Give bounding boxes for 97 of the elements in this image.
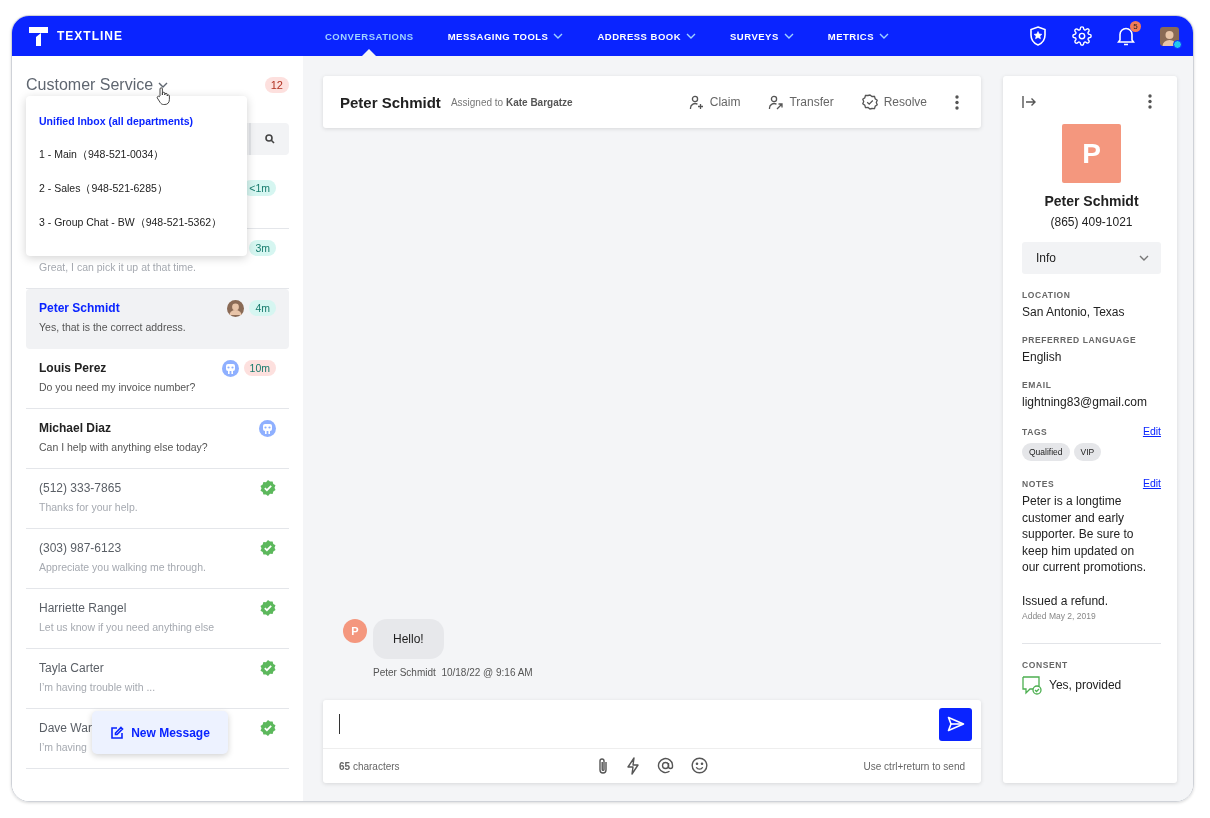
logo-icon bbox=[29, 26, 48, 46]
field-value: San Antonio, Texas bbox=[1022, 305, 1126, 319]
at-sign-icon[interactable] bbox=[656, 757, 674, 774]
edit-link[interactable]: Edit bbox=[1142, 477, 1161, 489]
message-preview: Let us know if you need anything else bbox=[39, 621, 216, 633]
message-meta: Peter Schmidt 10/18/22 @ 9:16 AM bbox=[373, 667, 534, 678]
action-button[interactable]: Claim bbox=[688, 94, 741, 110]
send-hint: Use ctrl+return to send bbox=[862, 760, 965, 772]
contact-name: Tayla Carter bbox=[39, 661, 104, 675]
field-label: EMAIL bbox=[1022, 380, 1052, 390]
notification-count: 5 bbox=[1130, 21, 1141, 32]
conversation-item[interactable]: (512) 333-7865 Thanks for your help. bbox=[26, 469, 289, 529]
field-label: NOTES bbox=[1022, 479, 1055, 489]
nav-tab[interactable]: ADDRESS BOOK bbox=[597, 16, 697, 56]
contact-name: Peter Schmidt bbox=[340, 93, 441, 111]
check-badge-icon bbox=[861, 94, 878, 110]
field-label: PREFERRED LANGUAGE bbox=[1022, 335, 1137, 345]
menu-item[interactable]: 1 - Main（948-521-0034） bbox=[26, 142, 247, 168]
tag-chip: VIP bbox=[1073, 443, 1102, 461]
more-icon[interactable] bbox=[955, 94, 959, 110]
note-text: Peter is a longtime customer and early supporter. Be sure to keep him updated on our current promotions. bbox=[1022, 493, 1148, 576]
brand-name: TEXTLINE bbox=[57, 29, 123, 43]
robot-icon bbox=[221, 359, 239, 377]
contact-name: (512) 333-7865 bbox=[39, 481, 122, 495]
verified-check-icon bbox=[260, 600, 276, 616]
field-value: English bbox=[1022, 350, 1063, 364]
avatar bbox=[227, 299, 245, 317]
conversation-item[interactable]: (303) 987-6123 Appreciate you walking me through. bbox=[26, 529, 289, 589]
contact-name: Harriette Rangel bbox=[39, 601, 127, 615]
action-button[interactable]: Transfer bbox=[768, 94, 834, 110]
person-arrow-icon bbox=[768, 94, 784, 110]
shield-star-icon[interactable] bbox=[1029, 26, 1047, 46]
action-button[interactable]: Resolve bbox=[861, 94, 927, 110]
message-preview: Great, I can pick it up at that time. bbox=[39, 261, 197, 273]
time-badge: 4m bbox=[249, 300, 276, 316]
field-label: TAGS bbox=[1022, 427, 1048, 437]
lightning-icon[interactable] bbox=[625, 757, 640, 775]
user-avatar[interactable] bbox=[1160, 26, 1179, 46]
contact-avatar: P bbox=[1062, 124, 1121, 183]
contact-name: Michael Diaz bbox=[39, 421, 112, 435]
consent-chat-check-icon bbox=[1022, 675, 1042, 695]
conversation-item[interactable]: Louis Perez 10m Do you need my invoice number? bbox=[26, 349, 289, 409]
note-text: Issued a refund. bbox=[1022, 593, 1110, 608]
add-person-icon bbox=[688, 94, 704, 110]
message-preview: Do you need my invoice number? bbox=[39, 381, 197, 393]
verified-check-icon bbox=[260, 720, 276, 736]
settings-icon[interactable] bbox=[1072, 26, 1092, 46]
message-bubble: Hello! bbox=[373, 619, 444, 659]
verified-check-icon bbox=[260, 480, 276, 496]
compose-icon bbox=[110, 725, 125, 740]
message-preview: Can I help with anything else today? bbox=[39, 441, 209, 453]
caret-icon bbox=[1139, 255, 1149, 261]
contact-name: Dave War bbox=[39, 721, 92, 735]
new-message-button[interactable]: New Message bbox=[92, 711, 228, 754]
robot-icon bbox=[259, 419, 276, 437]
nav-tab[interactable]: METRICS bbox=[827, 16, 889, 56]
search-icon bbox=[265, 134, 275, 144]
conversation-item[interactable]: Peter Schmidt 4m Yes, that is the correct address. bbox=[26, 289, 289, 349]
send-icon bbox=[946, 716, 965, 732]
message-preview: Appreciate you walking me through. bbox=[39, 561, 207, 573]
message-preview: I’m having bbox=[39, 741, 88, 753]
time-badge: 10m bbox=[243, 360, 276, 376]
notification-bell-icon[interactable] bbox=[1117, 26, 1135, 46]
paperclip-icon[interactable] bbox=[596, 757, 609, 775]
message-preview: Yes, that is the correct address. bbox=[39, 321, 187, 333]
conversation-item[interactable]: Tayla Carter I’m having trouble with ... bbox=[26, 649, 289, 709]
emoji-icon[interactable] bbox=[690, 757, 708, 774]
menu-item[interactable]: Unified Inbox (all departments) bbox=[26, 108, 247, 134]
sender-avatar: P bbox=[343, 619, 367, 643]
field-value: lightning83@gmail.com bbox=[1022, 395, 1148, 409]
message-preview: Thanks for your help. bbox=[39, 501, 139, 513]
character-count: 65 characters bbox=[339, 760, 401, 772]
unread-count: 12 bbox=[264, 77, 289, 93]
contact-name: Louis Perez bbox=[39, 361, 107, 375]
message-preview: I’m having trouble with ... bbox=[39, 681, 157, 693]
tag-chip: Qualified bbox=[1022, 443, 1070, 461]
send-button[interactable] bbox=[939, 707, 972, 741]
nav-tab[interactable]: SURVEYS bbox=[730, 16, 794, 56]
assignee-label: Assigned to Kate Bargatze bbox=[450, 96, 573, 108]
more-icon[interactable] bbox=[1148, 94, 1152, 109]
edit-link[interactable]: Edit bbox=[1142, 425, 1161, 437]
field-label: LOCATION bbox=[1022, 290, 1071, 300]
verified-check-icon bbox=[260, 660, 276, 676]
field-label: CONSENT bbox=[1022, 659, 1068, 670]
verified-check-icon bbox=[260, 540, 276, 556]
collapse-panel-icon[interactable] bbox=[1022, 95, 1036, 108]
conversation-item[interactable]: Michael Diaz Can I help with anything else today? bbox=[26, 409, 289, 469]
contact-name: (303) 987-6123 bbox=[39, 541, 122, 555]
conversation-item[interactable]: Harriette Rangel Let us know if you need anything else bbox=[26, 589, 289, 649]
consent-value: Yes, provided bbox=[1049, 678, 1122, 692]
contact-phone: (865) 409-1021 bbox=[1049, 215, 1134, 229]
time-badge: 3m bbox=[249, 240, 276, 256]
nav-tab[interactable]: MESSAGING TOOLS bbox=[447, 16, 564, 56]
contact-name: Peter Schmidt bbox=[1043, 193, 1140, 209]
contact-name: Peter Schmidt bbox=[39, 301, 120, 315]
section-dropdown[interactable]: Info bbox=[1022, 242, 1161, 274]
note-date: Added May 2, 2019 bbox=[1022, 610, 1097, 621]
